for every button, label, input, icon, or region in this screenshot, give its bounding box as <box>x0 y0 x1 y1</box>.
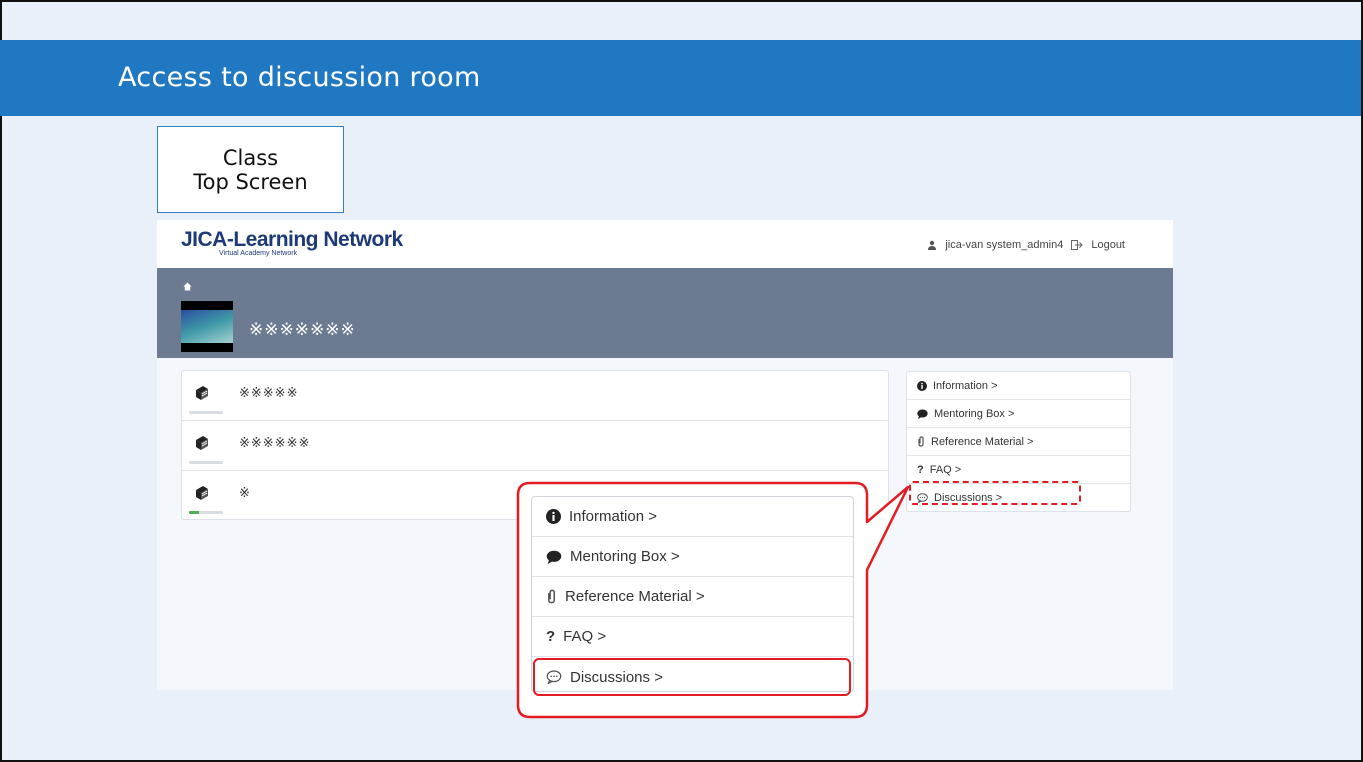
zoomed-menu-information[interactable]: Information > <box>532 497 853 537</box>
zoomed-menu-mentoring-box[interactable]: Mentoring Box > <box>532 537 853 577</box>
info-icon <box>546 509 561 524</box>
zoomed-menu-label: Information > <box>569 508 657 525</box>
question-icon: ? <box>546 628 556 645</box>
chat-icon <box>546 550 562 564</box>
zoomed-menu-faq[interactable]: ? FAQ > <box>532 617 853 657</box>
zoomed-menu-label: Mentoring Box > <box>570 548 680 565</box>
zoomed-menu-label: Reference Material > <box>565 588 705 605</box>
paperclip-icon <box>546 589 557 604</box>
zoomed-menu-reference-material[interactable]: Reference Material > <box>532 577 853 617</box>
discussions-highlight-box <box>533 658 851 696</box>
zoomed-menu-label: FAQ > <box>563 628 607 645</box>
